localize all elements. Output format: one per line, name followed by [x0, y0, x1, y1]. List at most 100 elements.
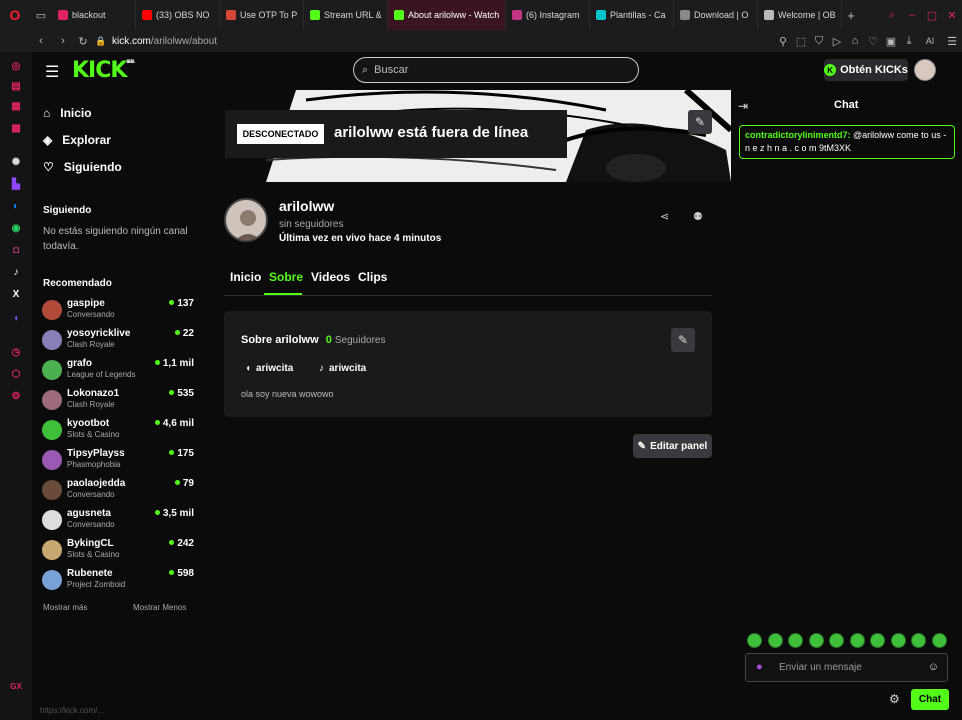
chat-settings-icon[interactable]: ⚙ [889, 692, 900, 706]
recommended-channel[interactable]: yosoyricklive Clash Royale 22 [42, 328, 194, 358]
messenger-icon[interactable]: ◐ [8, 198, 24, 214]
get-kicks-button[interactable]: K Obtén KICKs [824, 59, 908, 81]
recommended-channel[interactable]: Rubenete Project Zomboid 598 [42, 568, 194, 598]
extensions-icon[interactable]: ⬡ [8, 366, 24, 382]
shopping-icon[interactable]: ▤ [8, 78, 24, 94]
emote-icon[interactable] [747, 633, 762, 648]
tab-inicio[interactable]: Inicio [230, 270, 261, 284]
twitch-icon[interactable]: ▙ [8, 176, 24, 192]
hamburger-icon[interactable]: ☰ [45, 62, 59, 82]
discord-icon[interactable]: ◖ [8, 310, 24, 326]
settings-icon[interactable]: ⚙ [8, 388, 24, 404]
nav-explorar[interactable]: ◈ Explorar [43, 130, 111, 150]
search-input[interactable]: ⌕ Buscar [353, 57, 639, 83]
browser-tab[interactable]: (33) OBS NO [136, 0, 220, 30]
menu-icon[interactable]: ☰ [942, 35, 962, 48]
recommended-channel[interactable]: gaspipe Conversando 137 [42, 298, 194, 328]
instagram-icon[interactable]: ◘ [8, 242, 24, 258]
url-field[interactable]: kick.com/arilolww/about [112, 36, 217, 47]
browser-tab[interactable]: Use OTP To P [220, 0, 304, 30]
edit-about-button[interactable]: ✎ [671, 328, 695, 352]
browser-tab[interactable]: Welcome | OB [758, 0, 842, 30]
history-icon[interactable]: ◷ [8, 344, 24, 360]
tab-menu-icon[interactable]: ▭ [30, 9, 52, 22]
emote-icon[interactable] [829, 633, 844, 648]
show-more-link[interactable]: Mostrar más [43, 603, 87, 612]
browser-tab[interactable]: About arilolww - Watch [388, 0, 506, 30]
chatgpt-icon[interactable]: ✺ [8, 154, 24, 170]
emote-icon[interactable] [911, 633, 926, 648]
chat-input[interactable]: ● Enviar un mensaje ☺ [745, 653, 948, 682]
heart-icon[interactable]: ♡ [864, 35, 882, 48]
edit-panel-button[interactable]: ✎ Editar panel [633, 434, 712, 458]
channel-category: Conversando [67, 310, 115, 319]
bookmark-icon[interactable]: ⌂ [846, 35, 864, 47]
share-icon[interactable]: ⋖ [660, 210, 669, 223]
download-icon[interactable]: ⤓ [900, 35, 918, 48]
browser-tab[interactable]: Download | O [674, 0, 758, 30]
close-window-icon[interactable]: ✕ [942, 9, 962, 22]
recommended-channel[interactable]: BykingCL Slots & Casino 242 [42, 538, 194, 568]
chat-send-button[interactable]: Chat [911, 689, 949, 710]
show-less-link[interactable]: Mostrar Menos [133, 603, 186, 612]
recommended-channel[interactable]: agusneta Conversando 3,5 mil [42, 508, 194, 538]
snapshot-icon[interactable]: ⬚ [792, 35, 810, 48]
channel-avatar [42, 360, 62, 380]
back-icon[interactable]: ‹ [28, 35, 54, 47]
opera-logo-icon[interactable]: O [0, 7, 30, 23]
emote-icon[interactable] [890, 633, 906, 648]
shield-icon[interactable]: ⛉ [810, 35, 828, 48]
browser-tab[interactable]: Stream URL & [304, 0, 388, 30]
emote-icon[interactable] [808, 633, 824, 648]
gx-icon[interactable]: GX [8, 678, 24, 694]
chat-message-user[interactable]: contradictorylinimentd7: [745, 130, 851, 140]
maximize-icon[interactable]: ▢ [922, 9, 942, 22]
messages-icon[interactable]: ▦ [8, 98, 24, 114]
nav-siguiendo[interactable]: ♡ Siguiendo [43, 157, 122, 177]
wallet-icon[interactable]: ▣ [882, 35, 900, 48]
channel-category: Conversando [67, 520, 115, 529]
search-tabs-icon[interactable]: ⌕ [882, 9, 902, 22]
nav-inicio[interactable]: ⌂ Inicio [43, 103, 92, 123]
recommended-channel[interactable]: Lokonazo1 Clash Royale 535 [42, 388, 194, 418]
minimize-icon[interactable]: – [902, 9, 922, 21]
moderator-icon[interactable]: ⚉ [693, 210, 703, 223]
tab-sobre[interactable]: Sobre [269, 270, 303, 284]
edit-banner-button[interactable]: ✎ [688, 110, 712, 134]
whatsapp-icon[interactable]: ◉ [8, 220, 24, 236]
recommended-channel[interactable]: TipsyPlayss Phasmophobia 175 [42, 448, 194, 478]
emote-icon[interactable] [767, 633, 783, 648]
emoji-icon[interactable]: ☺ [928, 661, 939, 673]
browser-tab[interactable]: blackout [52, 0, 136, 30]
pin-icon[interactable]: ⚲ [774, 35, 792, 48]
search-icon: ⌕ [362, 63, 369, 76]
x-icon[interactable]: X [8, 286, 24, 302]
recommended-channel[interactable]: grafo League of Legends 1,1 mil [42, 358, 194, 388]
recommended-channel[interactable]: kyootbot Slots & Casino 4,6 mil [42, 418, 194, 448]
emote-icon[interactable] [788, 633, 803, 648]
recommended-channel[interactable]: paolaojedda Conversando 79 [42, 478, 194, 508]
microphone-icon[interactable]: ● [756, 661, 763, 673]
viewer-count: 242 [169, 538, 194, 549]
user-avatar[interactable] [914, 59, 936, 81]
kick-logo[interactable]: KICKBETA [72, 58, 135, 83]
play-icon[interactable]: ▷ [828, 35, 846, 48]
emote-icon[interactable] [870, 633, 885, 648]
reload-icon[interactable]: ↻ [72, 35, 94, 48]
social-tiktok[interactable]: ♪ ariwcita [319, 363, 366, 374]
new-tab-icon[interactable]: + [842, 8, 860, 23]
social-discord[interactable]: ◖ ariwcita [245, 363, 293, 374]
collapse-chat-icon[interactable]: ⇥ [738, 99, 748, 113]
aria-icon[interactable]: ◎ [8, 58, 24, 74]
forward-icon[interactable]: › [54, 35, 72, 47]
emote-icon[interactable] [849, 633, 865, 648]
tiktok-icon[interactable]: ♪ [8, 264, 24, 280]
channel-avatar-art [235, 210, 261, 240]
emote-icon[interactable] [931, 633, 947, 648]
tab-islands-icon[interactable]: ▩ [8, 120, 24, 136]
browser-tab[interactable]: Plantillas - Ca [590, 0, 674, 30]
aria-ai-icon[interactable]: AI [918, 36, 942, 46]
browser-tab[interactable]: (6) Instagram [506, 0, 590, 30]
tab-clips[interactable]: Clips [358, 270, 387, 284]
tab-videos[interactable]: Videos [311, 270, 350, 284]
